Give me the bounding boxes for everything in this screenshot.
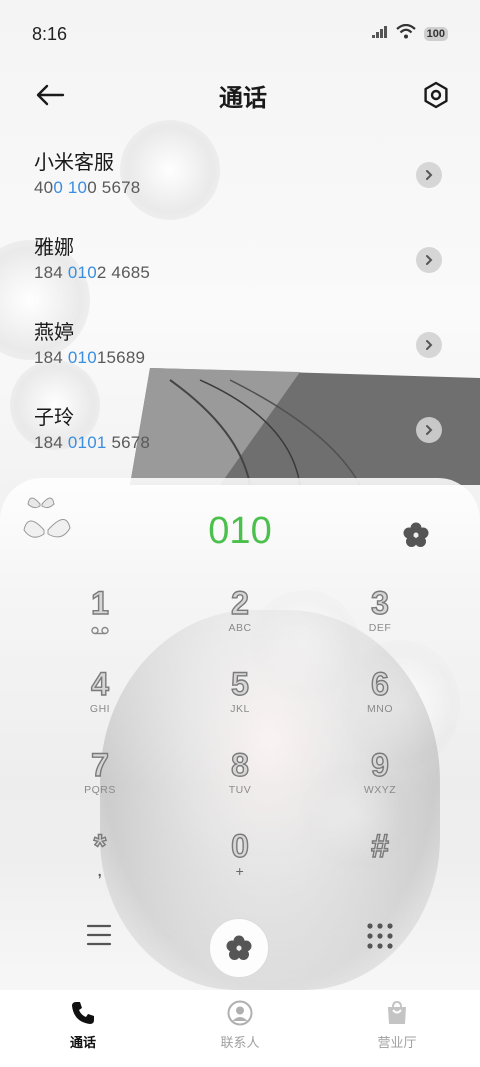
- chevron-right-icon: [426, 425, 433, 435]
- chevron-right-icon: [426, 340, 433, 350]
- settings-icon: [424, 81, 448, 109]
- key-digit: *: [93, 828, 107, 864]
- call-details-button[interactable]: [416, 247, 442, 273]
- nav-label: 通话: [69, 1035, 96, 1050]
- key-8[interactable]: 8 TUV: [170, 746, 310, 827]
- call-row[interactable]: 子玲 184 0101 5678: [0, 393, 480, 478]
- key-digit: 6: [370, 666, 389, 702]
- nav-calls[interactable]: 通话: [42, 1000, 124, 1067]
- key-digit: 9: [370, 747, 389, 783]
- status-icons: 100: [371, 23, 448, 44]
- signal-icon: [371, 25, 388, 43]
- status-time: 8:16: [32, 23, 68, 44]
- key-digit: 7: [90, 747, 109, 783]
- voicemail-icon: [91, 622, 109, 640]
- nav-service-hall[interactable]: 营业厅: [356, 1000, 438, 1067]
- key-digit: #: [370, 828, 389, 864]
- status-bar: 8:16 100: [0, 0, 480, 68]
- key-hash[interactable]: #: [310, 827, 450, 908]
- call-info: 子玲 184 0101 5678: [34, 405, 150, 455]
- call-button[interactable]: [209, 918, 269, 978]
- key-digit: 5: [230, 666, 249, 702]
- phone-number: 184 01015689: [34, 348, 146, 367]
- key-star[interactable]: * ,: [30, 827, 170, 908]
- key-4[interactable]: 4 GHI: [30, 665, 170, 746]
- nav-label: 联系人: [220, 1035, 260, 1050]
- key-digit: 4: [90, 666, 109, 702]
- call-row[interactable]: 小米客服 400 100 5678: [0, 138, 480, 223]
- call-details-button[interactable]: [416, 162, 442, 188]
- key-digit: 0: [230, 828, 249, 864]
- key-0[interactable]: 0 +: [170, 827, 310, 908]
- key-digit: 2: [230, 585, 249, 621]
- key-6[interactable]: 6 MNO: [310, 665, 450, 746]
- wifi-icon: [395, 23, 416, 44]
- contact-name: 子玲: [34, 407, 74, 429]
- key-digit: 1: [90, 585, 109, 621]
- key-letters: MNO: [367, 703, 393, 715]
- contact-icon: [227, 1000, 253, 1026]
- key-letters: GHI: [89, 703, 111, 715]
- call-info: 燕婷 184 01015689: [34, 320, 145, 370]
- call-details-button[interactable]: [416, 332, 442, 358]
- key-letters: JKL: [230, 703, 250, 715]
- battery-icon: 100: [423, 27, 448, 41]
- shop-bag-icon: [388, 1000, 406, 1024]
- call-row[interactable]: 燕婷 184 01015689: [0, 308, 480, 393]
- header: 通话: [0, 68, 480, 122]
- call-info: 小米客服 400 100 5678: [34, 150, 140, 200]
- key-letters: ,: [97, 863, 103, 879]
- nav-label: 营业厅: [377, 1035, 417, 1050]
- page-title: 通话: [219, 84, 267, 112]
- dialpad-toggle-button[interactable]: [366, 922, 394, 955]
- contact-name: 小米客服: [34, 152, 114, 174]
- key-2[interactable]: 2 ABC: [170, 584, 310, 665]
- call-details-button[interactable]: [416, 417, 442, 443]
- call-info: 雅娜 184 0102 4685: [34, 235, 150, 285]
- key-3[interactable]: 3 DEF: [310, 584, 450, 665]
- chevron-right-icon: [426, 255, 433, 265]
- flower-call-icon: [226, 935, 252, 960]
- recent-calls-list: 小米客服 400 100 5678 雅娜 184 0102 4685 燕婷 18…: [0, 138, 480, 478]
- menu-button[interactable]: [86, 923, 112, 952]
- key-letters: ABC: [228, 622, 252, 634]
- key-1[interactable]: 1: [30, 584, 170, 665]
- key-letters: DEF: [368, 622, 392, 634]
- key-7[interactable]: 7 PQRS: [30, 746, 170, 827]
- dialpad-grid-icon: [367, 923, 393, 949]
- key-letters: WXYZ: [363, 784, 397, 796]
- phone-number: 184 0101 5678: [34, 433, 151, 452]
- key-letters: PQRS: [84, 784, 116, 796]
- keypad: 1 2 ABC 3 DEF 4 GHI 5 JKL 6 MNO 7 PQRS 8…: [30, 584, 450, 908]
- contact-name: 燕婷: [34, 322, 74, 344]
- key-letters: TUV: [228, 784, 252, 796]
- phone-icon: [72, 1002, 94, 1024]
- key-digit: 8: [230, 747, 249, 783]
- key-5[interactable]: 5 JKL: [170, 665, 310, 746]
- phone-number: 184 0102 4685: [34, 263, 151, 282]
- sim-card-flower-icon[interactable]: [402, 521, 430, 554]
- arrow-left-icon: [36, 84, 65, 106]
- settings-button[interactable]: [416, 75, 456, 115]
- contact-name: 雅娜: [34, 237, 74, 259]
- chevron-right-icon: [426, 170, 433, 180]
- menu-icon: [86, 924, 112, 946]
- bottom-navigation: 通话 联系人 营业厅: [0, 990, 480, 1067]
- key-9[interactable]: 9 WXYZ: [310, 746, 450, 827]
- back-button[interactable]: [30, 75, 70, 115]
- key-letters: +: [235, 863, 245, 879]
- call-row[interactable]: 雅娜 184 0102 4685: [0, 223, 480, 308]
- nav-contacts[interactable]: 联系人: [199, 1000, 281, 1067]
- key-digit: 3: [370, 585, 389, 621]
- phone-number: 400 100 5678: [34, 178, 141, 197]
